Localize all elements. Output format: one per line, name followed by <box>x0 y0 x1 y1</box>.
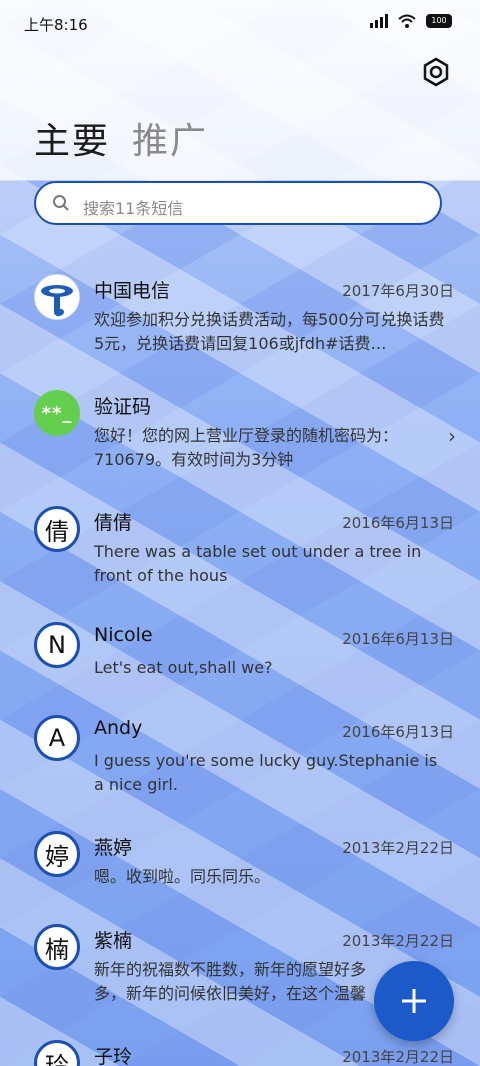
contact-name: 燕婷 <box>94 837 133 859</box>
search-icon <box>53 195 69 211</box>
battery-icon: 100 <box>426 14 452 28</box>
tab-main[interactable]: 主要 <box>34 112 110 164</box>
message-preview: 您好！您的网上营业厅登录的随机密码为：710679。有效时间为3分钟 <box>94 426 399 469</box>
contact-name: 子玲 <box>94 1046 133 1066</box>
message-date: 2013年2月22日 <box>342 839 454 857</box>
contact-name: Nicole <box>94 624 153 646</box>
message-preview: There was a table set out under a tree i… <box>94 542 422 585</box>
message-preview: I guess you're some lucky guy.Stephanie … <box>94 751 438 794</box>
avatar: 玲 <box>34 1040 80 1066</box>
avatar: 楠 <box>34 924 80 970</box>
contact-name: 验证码 <box>94 396 152 418</box>
wifi-icon <box>398 14 416 28</box>
avatar: N <box>34 622 80 668</box>
message-date: 2013年2月22日 <box>342 1048 454 1066</box>
chevron-right-icon[interactable]: › <box>448 424 456 448</box>
contact-name: 中国电信 <box>94 280 171 302</box>
china-telecom-logo-icon <box>34 274 80 320</box>
search-placeholder: 搜索11条短信 <box>83 199 184 218</box>
conversation-row[interactable]: 中国电信 2017年6月30日 欢迎参加积分兑换话费活动，每500分可兑换话费5… <box>0 246 480 356</box>
conversation-row[interactable]: 倩 倩倩 2016年6月13日 There was a table set ou… <box>0 478 480 588</box>
compose-button[interactable] <box>374 961 454 1041</box>
tab-bar: 主要 推广 <box>34 112 208 164</box>
status-bar: 上午8:16 100 <box>0 0 480 46</box>
signal-icon <box>370 14 388 28</box>
status-time: 上午8:16 <box>24 16 88 34</box>
avatar: A <box>34 715 80 761</box>
message-preview: 欢迎参加积分兑换话费活动，每500分可兑换话费5元，兑换话费请回复106或jfd… <box>94 310 445 353</box>
status-icons: 100 <box>370 14 452 28</box>
verification-code-avatar: **_ <box>34 390 80 436</box>
contact-name: 紫楠 <box>94 930 133 952</box>
conversation-row[interactable]: **_ 验证码 您好！您的网上营业厅登录的随机密码为：710679。有效时间为3… <box>0 362 480 472</box>
message-date: 2017年6月30日 <box>342 282 454 300</box>
message-date: 2016年6月13日 <box>342 630 454 648</box>
contact-name: 倩倩 <box>94 512 133 534</box>
tab-promotion[interactable]: 推广 <box>132 112 208 164</box>
gear-icon[interactable] <box>420 56 452 88</box>
avatar: 婷 <box>34 831 80 877</box>
search-input[interactable]: 搜索11条短信 <box>34 181 442 225</box>
message-date: 2016年6月13日 <box>342 514 454 532</box>
avatar: 倩 <box>34 506 80 552</box>
message-date: 2013年2月22日 <box>342 932 454 950</box>
conversation-row[interactable]: A Andy 2016年6月13日 I guess you're some lu… <box>0 687 480 797</box>
contact-name: Andy <box>94 717 143 739</box>
plus-icon <box>402 989 426 1013</box>
message-preview: 新年的祝福数不胜数，新年的愿望好多多，新年的问候依旧美好，在这个温馨的 <box>94 960 367 1003</box>
message-date: 2016年6月13日 <box>342 723 454 741</box>
